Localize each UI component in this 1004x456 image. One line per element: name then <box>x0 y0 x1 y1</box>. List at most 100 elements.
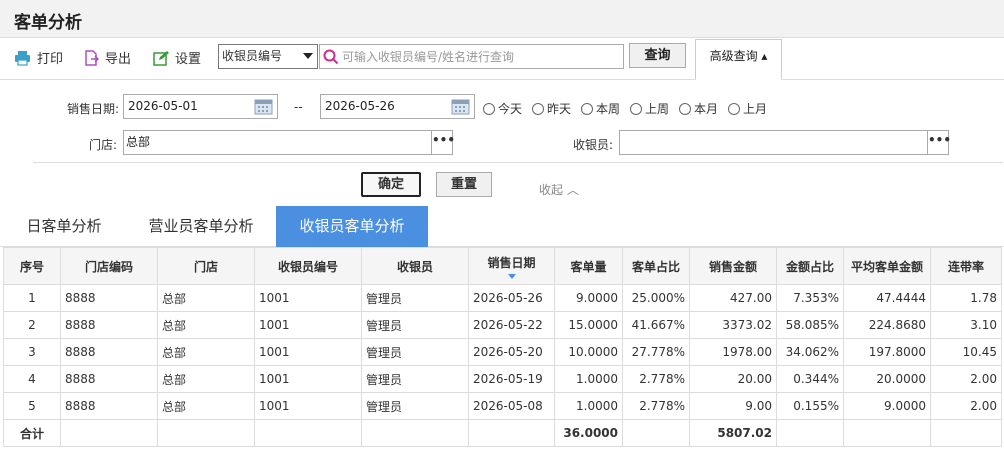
store-input[interactable]: 总部 <box>123 130 432 155</box>
report-tabs: 日客单分析 营业员客单分析 收银员客单分析 <box>0 206 1004 247</box>
radio-circle[interactable] <box>483 102 495 115</box>
table-cell <box>361 419 469 447</box>
cashier-picker-button[interactable]: ••• <box>927 130 951 155</box>
settings-button[interactable]: 设置 <box>153 48 201 67</box>
table-cell <box>468 419 555 447</box>
table-row[interactable]: 3 8888 总部 1001 管理员 2026-05-20 10.0000 27.778% 19… <box>3 338 1002 366</box>
col-header-attach-rate[interactable]: 连带率 <box>930 247 1002 285</box>
table-cell <box>930 419 1002 447</box>
search-input[interactable] <box>342 47 620 66</box>
store-label: 门店: <box>89 138 118 152</box>
tab-daily[interactable]: 日客单分析 <box>6 206 122 247</box>
total-sales-amount: 5807.02 <box>689 419 777 447</box>
radio-this-week[interactable]: 本周 <box>581 100 620 117</box>
table-cell: 2.778% <box>622 392 690 420</box>
col-header-sale-date[interactable]: 销售日期 <box>468 247 555 285</box>
col-header-amount-ratio[interactable]: 金额占比 <box>776 247 844 285</box>
cashier-input[interactable] <box>619 130 928 155</box>
calendar-icon[interactable] <box>451 98 470 115</box>
tab-salesperson[interactable]: 营业员客单分析 <box>130 206 272 247</box>
table-row[interactable]: 2 8888 总部 1001 管理员 2026-05-22 15.0000 41.667% 33… <box>3 311 1002 339</box>
data-table: 序号 门店编码 门店 收银员编号 收银员 销售日期 客单量 客单占比 销售金额 … <box>3 247 1002 447</box>
search-field-select[interactable]: 收银员编号 <box>218 44 318 69</box>
col-header-order-count[interactable]: 客单量 <box>554 247 623 285</box>
table-cell: 58.085% <box>776 311 844 339</box>
table-cell: 20.0000 <box>843 365 931 393</box>
col-header-cashier-code[interactable]: 收银员编号 <box>254 247 362 285</box>
table-cell: 7.353% <box>776 284 844 312</box>
print-button[interactable]: 打印 <box>14 48 63 67</box>
table-cell: 2.778% <box>622 365 690 393</box>
table-cell: 总部 <box>157 284 255 312</box>
table-cell: 1978.00 <box>689 338 777 366</box>
table-cell: 2026-05-26 <box>468 284 555 312</box>
radio-last-month[interactable]: 上月 <box>728 100 767 117</box>
date-separator: -- <box>294 100 303 114</box>
divider <box>33 162 1003 163</box>
date-to-input[interactable]: 2026-05-26 <box>320 94 475 119</box>
table-cell: 2 <box>3 311 61 339</box>
table-cell: 1001 <box>254 311 362 339</box>
table-cell: 8888 <box>60 392 158 420</box>
table-cell: 4 <box>3 365 61 393</box>
col-header-order-ratio[interactable]: 客单占比 <box>622 247 690 285</box>
edit-icon <box>153 50 169 66</box>
table-cell <box>776 419 844 447</box>
radio-yesterday[interactable]: 昨天 <box>532 100 571 117</box>
table-cell: 41.667% <box>622 311 690 339</box>
col-header-store-code[interactable]: 门店编码 <box>60 247 158 285</box>
query-button[interactable]: 查询 <box>629 43 686 68</box>
radio-circle[interactable] <box>630 102 642 115</box>
total-order-count: 36.0000 <box>554 419 623 447</box>
store-picker-button[interactable]: ••• <box>431 130 455 155</box>
radio-label: 上周 <box>645 102 670 116</box>
radio-today[interactable]: 今天 <box>483 100 522 117</box>
table-cell: 总部 <box>157 311 255 339</box>
collapse-link[interactable]: 收起 ︿ <box>539 181 579 198</box>
tab-cashier[interactable]: 收银员客单分析 <box>276 206 428 247</box>
radio-circle[interactable] <box>728 102 740 115</box>
table-cell: 2026-05-08 <box>468 392 555 420</box>
col-header-avg-order[interactable]: 平均客单金额 <box>843 247 931 285</box>
table-row[interactable]: 1 8888 总部 1001 管理员 2026-05-26 9.0000 25.000% 427… <box>3 284 1002 312</box>
table-row[interactable]: 4 8888 总部 1001 管理员 2026-05-19 1.0000 2.778% 20.0… <box>3 365 1002 393</box>
table-cell: 10.0000 <box>554 338 623 366</box>
settings-label: 设置 <box>175 52 202 67</box>
table-cell: 427.00 <box>689 284 777 312</box>
export-button[interactable]: 导出 <box>84 48 131 67</box>
col-header-store[interactable]: 门店 <box>157 247 255 285</box>
printer-icon <box>15 50 30 66</box>
table-total-row: 合计 36.0000 5807.02 <box>3 419 1002 447</box>
advanced-query-toggle[interactable]: 高级查询 ▴ <box>695 39 782 80</box>
table-cell: 224.8680 <box>843 311 931 339</box>
date-from-input[interactable]: 2026-05-01 <box>123 94 278 119</box>
radio-circle[interactable] <box>581 102 593 115</box>
table-row[interactable]: 5 8888 总部 1001 管理员 2026-05-08 1.0000 2.778% 9.00… <box>3 392 1002 420</box>
col-header-index[interactable]: 序号 <box>3 247 61 285</box>
table-cell: 管理员 <box>361 392 469 420</box>
table-cell: 1.0000 <box>554 365 623 393</box>
table-cell: 27.778% <box>622 338 690 366</box>
table-cell: 3373.02 <box>689 311 777 339</box>
table-cell: 9.00 <box>689 392 777 420</box>
print-label: 打印 <box>37 52 64 67</box>
table-cell: 1001 <box>254 365 362 393</box>
table-cell: 管理员 <box>361 284 469 312</box>
calendar-icon[interactable] <box>254 98 273 115</box>
radio-circle[interactable] <box>532 102 544 115</box>
table-cell: 1001 <box>254 284 362 312</box>
table-cell: 3 <box>3 338 61 366</box>
table-cell: 15.0000 <box>554 311 623 339</box>
radio-label: 今天 <box>498 102 523 116</box>
confirm-button[interactable]: 确定 <box>361 172 421 197</box>
radio-circle[interactable] <box>679 102 691 115</box>
reset-button[interactable]: 重置 <box>436 172 492 197</box>
col-header-sales-amount[interactable]: 销售金额 <box>689 247 777 285</box>
table-cell <box>622 419 690 447</box>
table-cell: 管理员 <box>361 365 469 393</box>
col-header-cashier[interactable]: 收银员 <box>361 247 469 285</box>
table-cell: 2026-05-22 <box>468 311 555 339</box>
table-cell: 总部 <box>157 365 255 393</box>
radio-last-week[interactable]: 上周 <box>630 100 669 117</box>
radio-this-month[interactable]: 本月 <box>679 100 718 117</box>
